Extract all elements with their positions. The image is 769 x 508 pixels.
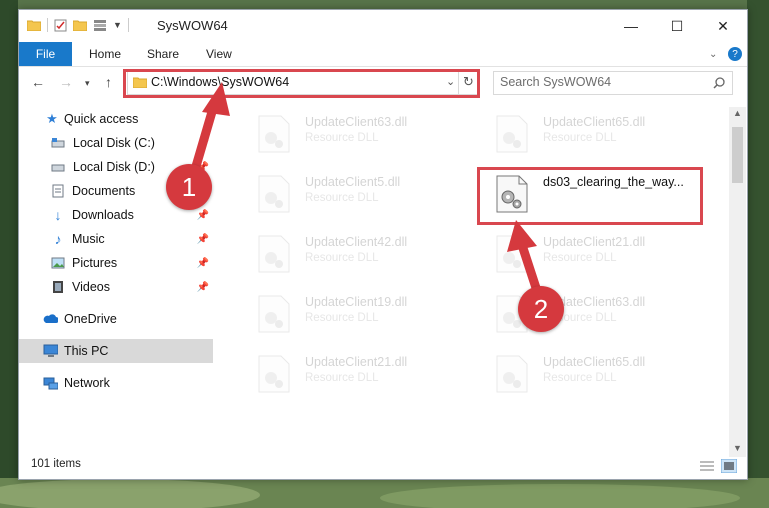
step-badge-1: 1 — [166, 164, 212, 210]
step-badge-2: 2 — [518, 286, 564, 332]
arrow-head-2 — [507, 220, 537, 252]
arrow-head-1 — [202, 82, 230, 116]
annotation-arrows — [187, 82, 543, 299]
